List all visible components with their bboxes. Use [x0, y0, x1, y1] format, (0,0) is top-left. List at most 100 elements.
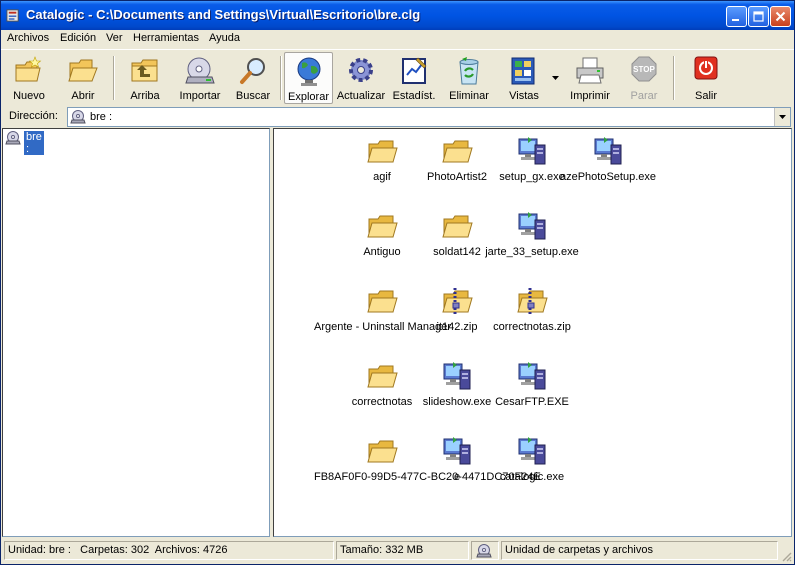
explore-label: Explorar	[288, 91, 329, 103]
recycle-bin-icon	[459, 57, 479, 85]
views-button[interactable]: Vistas	[501, 52, 547, 104]
disc-drive-icon	[5, 131, 21, 145]
import-button[interactable]: Importar	[174, 52, 226, 104]
folder-icon	[367, 290, 398, 313]
stop-icon: STOP	[631, 56, 657, 82]
exit-label: Salir	[694, 90, 717, 102]
status-size-text: Tamaño: 332 MB	[340, 544, 424, 556]
delete-label: Eliminar	[449, 90, 489, 102]
executable-icon	[518, 437, 546, 465]
folder-icon	[367, 365, 398, 388]
tree-pane[interactable]: bre :	[2, 128, 270, 537]
exit-button[interactable]: Salir	[682, 52, 730, 104]
toolbar-separator	[113, 56, 115, 100]
new-folder-icon	[15, 56, 42, 82]
minimize-icon	[732, 19, 739, 21]
file-list-pane[interactable]: agif PhotoArtist2 setup_gx.exe azePhotoSetu…	[273, 128, 792, 537]
chevron-down-icon	[779, 115, 786, 119]
maximize-button[interactable]	[748, 6, 769, 27]
file-item-catalogic-exe[interactable]: catalogic.exe	[494, 431, 570, 491]
file-item-name: azePhotoSetup.exe	[559, 171, 657, 183]
magnifier-icon	[240, 58, 265, 84]
disc-drive-icon	[70, 110, 86, 124]
statistics-button[interactable]: Estadíst.	[389, 52, 439, 104]
file-item-azephotosetup-exe[interactable]: azePhotoSetup.exe	[560, 131, 656, 191]
statistics-label: Estadíst.	[392, 90, 436, 102]
file-item-cesarftp-exe[interactable]: CesarFTP.EXE	[494, 356, 570, 416]
status-description-panel: Unidad de carpetas y archivos	[501, 541, 778, 560]
address-dropdown-button[interactable]	[774, 108, 790, 126]
views-icon	[511, 57, 535, 85]
folder-icon	[367, 140, 398, 163]
stop-label: Parar	[630, 90, 658, 102]
status-unit-text: Unidad: bre : Carpetas: 302 Archivos: 47…	[8, 544, 228, 556]
open-label: Abrir	[71, 90, 95, 102]
printer-icon	[576, 57, 604, 84]
statistics-icon	[402, 57, 427, 84]
zip-folder-icon	[517, 288, 548, 315]
close-icon	[775, 11, 786, 22]
address-label: Dirección:	[9, 110, 58, 122]
status-size-panel: Tamaño: 332 MB	[336, 541, 469, 560]
address-combobox[interactable]: bre :	[67, 107, 791, 127]
minimize-button[interactable]	[726, 6, 747, 27]
file-item-jarte-33-setup-exe[interactable]: jarte_33_setup.exe	[485, 206, 579, 266]
executable-icon	[443, 437, 471, 465]
catalogic-window: Catalogic - C:\Documents and Settings\Vi…	[0, 0, 795, 565]
catalogic-app-icon	[6, 9, 19, 22]
import-label: Importar	[179, 90, 221, 102]
executable-icon	[518, 212, 546, 240]
tree-item-label: bre :	[23, 130, 45, 156]
close-button[interactable]	[770, 6, 791, 27]
print-label: Imprimir	[570, 90, 610, 102]
status-description-text: Unidad de carpetas y archivos	[505, 544, 653, 556]
toolbar: Nuevo Abrir Arriba Importar Buscar Explo…	[1, 49, 794, 105]
explore-button[interactable]: Explorar	[284, 52, 333, 104]
file-item-name: CesarFTP.EXE	[495, 396, 569, 408]
up-folder-icon	[131, 59, 158, 82]
views-label: Vistas	[509, 90, 539, 102]
toolbar-separator	[673, 56, 675, 100]
new-label: Nuevo	[13, 90, 45, 102]
status-bar: Unidad: bre : Carpetas: 302 Archivos: 47…	[1, 539, 794, 564]
menu-ver[interactable]: Ver	[106, 32, 123, 44]
stop-button[interactable]: STOP Parar	[620, 52, 668, 104]
executable-icon	[518, 137, 546, 165]
open-button[interactable]: Abrir	[59, 52, 107, 104]
print-button[interactable]: Imprimir	[566, 52, 614, 104]
toolbar-separator	[280, 56, 282, 100]
up-button[interactable]: Arriba	[121, 52, 169, 104]
resize-grip-icon[interactable]	[780, 550, 792, 562]
menu-edicion[interactable]: Edición	[60, 32, 96, 44]
executable-icon	[443, 362, 471, 390]
maximize-icon	[753, 11, 764, 22]
status-unit-panel: Unidad: bre : Carpetas: 302 Archivos: 47…	[4, 541, 334, 560]
zip-folder-icon	[442, 288, 473, 315]
menu-bar: Archivos Edición Ver Herramientas Ayuda	[1, 30, 794, 48]
update-button[interactable]: Actualizar	[335, 52, 387, 104]
search-label: Buscar	[235, 90, 271, 102]
search-button[interactable]: Buscar	[230, 52, 276, 104]
folder-icon	[367, 215, 398, 238]
status-icon-panel	[471, 541, 499, 560]
title-bar[interactable]: Catalogic - C:\Documents and Settings\Vi…	[1, 1, 794, 30]
globe-icon	[297, 57, 320, 86]
file-item-correctnotas-zip[interactable]: correctnotas.zip	[493, 281, 571, 341]
delete-button[interactable]: Eliminar	[445, 52, 493, 104]
power-icon	[694, 56, 718, 80]
file-item-name: correctnotas.zip	[493, 321, 571, 333]
menu-ayuda[interactable]: Ayuda	[209, 32, 240, 44]
chevron-down-icon[interactable]	[552, 76, 559, 80]
gear-icon	[349, 58, 373, 82]
address-bar: Dirección: bre :	[1, 105, 794, 127]
menu-herramientas[interactable]: Herramientas	[133, 32, 199, 44]
menu-archivos[interactable]: Archivos	[7, 32, 49, 44]
up-label: Arriba	[130, 90, 160, 102]
file-item-name: catalogic.exe	[499, 471, 565, 483]
folder-icon	[442, 140, 473, 163]
new-button[interactable]: Nuevo	[5, 52, 53, 104]
open-folder-icon	[68, 59, 98, 82]
folder-icon	[367, 440, 398, 463]
executable-icon	[518, 362, 546, 390]
folder-icon	[442, 215, 473, 238]
